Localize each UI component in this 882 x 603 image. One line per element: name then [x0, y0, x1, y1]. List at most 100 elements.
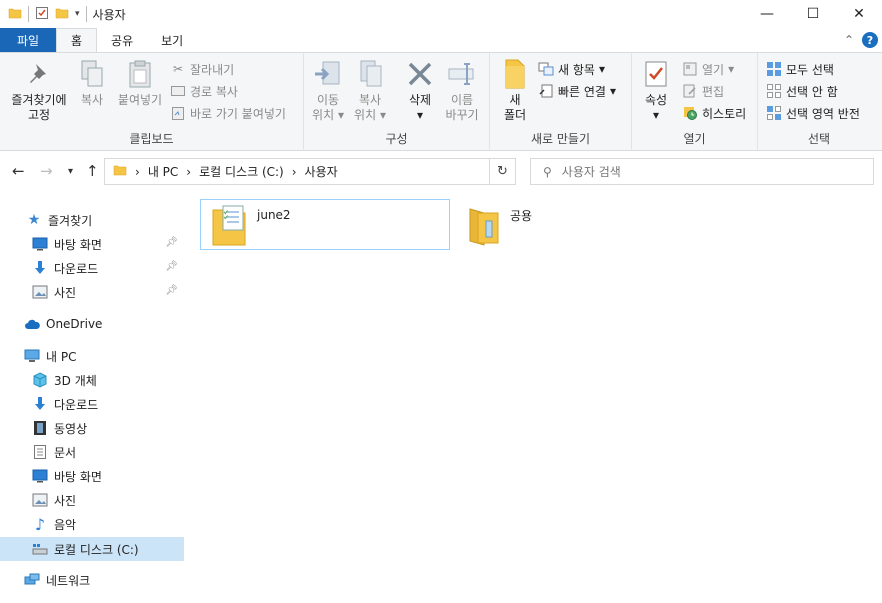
open-group-label: 열기: [683, 132, 706, 146]
address-bar[interactable]: › 내 PC › 로컬 디스크 (C:) › 사용자 ↻: [104, 158, 516, 185]
breadcrumb-users[interactable]: 사용자: [305, 163, 338, 180]
pin-label-1: 즐겨찾기에: [11, 93, 67, 107]
cut-button[interactable]: ✂ 잘라내기: [170, 59, 234, 79]
new-item-button[interactable]: 새 항목 ▾: [538, 59, 605, 79]
scissors-icon: ✂: [172, 62, 184, 76]
folder-icon: [113, 163, 127, 180]
minimize-button[interactable]: —: [744, 0, 790, 28]
tab-home[interactable]: 홈: [56, 28, 98, 53]
open-button[interactable]: 열기 ▾: [682, 59, 734, 79]
paste-button[interactable]: 붙여넣기: [112, 57, 168, 108]
move-to-button[interactable]: 이동 위치 ▾: [308, 57, 348, 123]
customize-chevron-icon[interactable]: ▾: [75, 9, 80, 19]
sidebar-item-pictures-pc[interactable]: 사진: [0, 488, 184, 512]
quick-access-toolbar: ▾: [0, 0, 87, 28]
easy-access-label: 빠른 연결: [558, 84, 606, 99]
sidebar-item-network[interactable]: 네트워크: [0, 568, 184, 592]
sidebar-item-label: 동영상: [54, 421, 88, 436]
copy-path-label: 경로 복사: [190, 84, 238, 99]
properties-dropdown-icon: ▾: [652, 108, 660, 122]
folder-tile-june2[interactable]: june2: [200, 199, 450, 250]
recent-locations-chevron-icon[interactable]: ▾: [68, 166, 73, 177]
copy-path-button[interactable]: 경로 복사: [170, 81, 238, 101]
sidebar-item-documents[interactable]: 문서: [0, 440, 184, 464]
breadcrumb-local-disk[interactable]: 로컬 디스크 (C:): [199, 163, 284, 180]
easy-access-button[interactable]: 빠른 연결 ▾: [538, 81, 616, 101]
sidebar-item-quick-access[interactable]: ★ 즐겨찾기: [0, 208, 184, 232]
forward-arrow-icon[interactable]: →: [40, 162, 53, 180]
sidebar-item-label: 내 PC: [46, 349, 77, 364]
sidebar-item-local-disk[interactable]: 로컬 디스크 (C:): [0, 537, 184, 561]
search-placeholder: 사용자 검색: [561, 165, 621, 179]
divider: [85, 6, 87, 22]
title-bar: ▾ 사용자 — ☐ ✕: [0, 0, 882, 28]
cube-icon: [32, 372, 48, 388]
tab-share[interactable]: 공유: [97, 28, 147, 52]
up-arrow-icon[interactable]: ↑: [86, 162, 99, 180]
pin-quick-access-button[interactable]: 즐겨찾기에 고정: [4, 57, 74, 123]
copy-label: 복사: [80, 93, 104, 107]
breadcrumb-this-pc[interactable]: 내 PC: [148, 163, 178, 180]
music-note-icon: ♪: [34, 514, 46, 534]
history-label: 히스토리: [702, 106, 747, 121]
delete-button[interactable]: 삭제 ▾: [402, 57, 438, 123]
sidebar-item-label: 사진: [54, 493, 77, 508]
sidebar-item-downloads[interactable]: 다운로드 📌︎: [0, 256, 184, 280]
tab-file[interactable]: 파일: [0, 28, 56, 52]
paste-shortcut-button[interactable]: 바로 가기 붙여넣기: [170, 103, 286, 123]
sidebar-item-music[interactable]: ♪ 음악: [0, 512, 184, 536]
select-all-button[interactable]: 모두 선택: [766, 59, 834, 79]
folder-tile-public[interactable]: 공용: [456, 199, 616, 250]
properties-button[interactable]: 속성 ▾: [638, 57, 674, 123]
edit-button[interactable]: 편집: [682, 81, 724, 101]
select-group: 모두 선택 선택 안 함 선택 영역 반전 선택: [758, 53, 880, 151]
sidebar-item-videos[interactable]: 동영상: [0, 416, 184, 440]
copy-to-button[interactable]: 복사 위치 ▾: [350, 57, 390, 123]
breadcrumb-separator-icon[interactable]: ›: [186, 165, 191, 179]
cut-label: 잘라내기: [190, 62, 235, 77]
sidebar-item-desktop-pc[interactable]: 바탕 화면: [0, 464, 184, 488]
tab-view[interactable]: 보기: [147, 28, 197, 52]
sidebar-item-3d-objects[interactable]: 3D 개체: [0, 368, 184, 392]
paste-shortcut-label: 바로 가기 붙여넣기: [190, 106, 286, 121]
computer-icon: [24, 348, 40, 364]
close-button[interactable]: ✕: [836, 0, 882, 28]
help-icon[interactable]: ?: [862, 32, 878, 48]
maximize-button[interactable]: ☐: [790, 0, 836, 28]
back-arrow-icon[interactable]: ←: [12, 162, 25, 180]
sidebar-item-label: 다운로드: [54, 397, 99, 412]
clipboard-group: 즐겨찾기에 고정 복사 붙여넣기 ✂ 잘라내기 경로 복사 바로 가기 붙여넣기…: [0, 53, 304, 151]
new-folder-icon[interactable]: [55, 6, 69, 23]
sidebar-item-desktop[interactable]: 바탕 화면 📌︎: [0, 232, 184, 256]
sidebar-item-label: 음악: [54, 517, 77, 532]
select-none-button[interactable]: 선택 안 함: [766, 81, 838, 101]
sidebar-item-downloads-pc[interactable]: 다운로드: [0, 392, 184, 416]
rename-button[interactable]: 이름 바꾸기: [442, 57, 482, 123]
rename-label-2: 바꾸기: [445, 108, 479, 122]
sidebar-item-pictures[interactable]: 사진 📌︎: [0, 280, 184, 304]
select-none-icon: [766, 83, 782, 99]
invert-selection-button[interactable]: 선택 영역 반전: [766, 103, 860, 123]
new-folder-button[interactable]: 새 폴더: [494, 57, 536, 123]
sidebar-item-this-pc[interactable]: 내 PC: [0, 344, 184, 368]
sidebar-item-label: 문서: [54, 445, 77, 460]
navigation-bar: ← → ▾ ↑ › 내 PC › 로컬 디스크 (C:) › 사용자 ↻ ⚲ 사…: [0, 152, 882, 190]
copy-path-icon: [170, 83, 186, 99]
pin-icon: 📌︎: [165, 285, 178, 296]
paste-shortcut-icon: [170, 105, 186, 121]
sidebar-item-label: 다운로드: [54, 261, 99, 276]
move-to-icon: [311, 57, 345, 91]
select-all-icon: [766, 61, 782, 77]
history-button[interactable]: 히스토리: [682, 103, 746, 123]
refresh-icon[interactable]: ↻: [489, 159, 515, 184]
new-group: 새 폴더 새 항목 ▾ 빠른 연결 ▾ 새로 만들기: [490, 53, 632, 151]
search-box[interactable]: ⚲ 사용자 검색: [530, 158, 874, 185]
properties-icon[interactable]: [35, 6, 49, 23]
breadcrumb-separator-icon[interactable]: ›: [292, 165, 297, 179]
collapse-ribbon-icon[interactable]: ⌃: [844, 33, 854, 47]
ribbon-tabs: 파일 홈 공유 보기 ⌃ ?: [0, 28, 882, 53]
file-list: june2 공용: [186, 190, 882, 603]
breadcrumb-separator-icon[interactable]: ›: [135, 165, 140, 179]
copy-button[interactable]: 복사: [74, 57, 110, 108]
sidebar-item-onedrive[interactable]: OneDrive: [0, 312, 184, 336]
